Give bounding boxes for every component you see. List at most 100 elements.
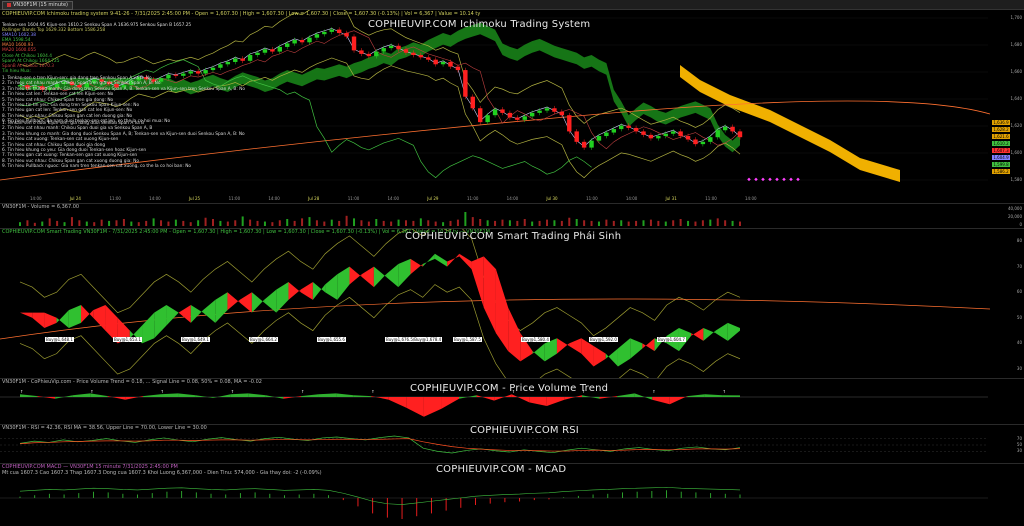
pvt-arrow: ↑ (160, 389, 163, 394)
pvt-arrow: ↑ (722, 389, 725, 394)
price-tick-label: 1,700 (1010, 15, 1022, 20)
pvt-area (617, 393, 635, 397)
rsi-pane[interactable]: VN30F1M - RSI = 42.36, RSI MA = 38.56, U… (0, 425, 1024, 464)
candle-body (574, 131, 579, 142)
ichimoku-pane[interactable]: COPHIEUVIP.COM Ichimoku trading system 9… (0, 10, 1024, 204)
candle-body (299, 39, 305, 43)
volume-bar (404, 220, 407, 226)
volume-bar (390, 221, 393, 226)
volume-bar (33, 222, 36, 226)
volume-bar (672, 220, 675, 226)
volume-bar (286, 219, 289, 226)
time-tick-label: 14:00 (745, 196, 757, 201)
time-tick-label: Jul 29 (427, 196, 439, 201)
volume-bar (739, 221, 741, 226)
sell-signals-list: 1. Tenkan-sen o duoi Kijun-sen: gia dang… (2, 121, 245, 170)
price-tick-label: 1,680 (1010, 42, 1022, 47)
candle-body (381, 48, 386, 52)
pvt-area (669, 396, 688, 405)
candle-body (455, 66, 461, 71)
volume-bar (367, 221, 370, 226)
time-tick-label: Jul 25 (188, 196, 201, 201)
symbol-tab[interactable]: VN30F1M (15 minute) (2, 1, 73, 10)
candle-body (418, 55, 424, 58)
trend-ribbon (447, 253, 460, 267)
candle-body (218, 64, 223, 68)
candle-body (552, 108, 557, 112)
pvt-area (704, 394, 723, 397)
volume-bar (479, 219, 482, 226)
volume-bar (115, 220, 118, 226)
volume-bar (256, 220, 259, 226)
price-tick-label: 1,620 (1010, 123, 1022, 128)
macd-pane[interactable]: COPHIEUVIP.COM MACD — VN30F1M 15 minute … (0, 464, 1024, 525)
pvt-area (72, 393, 91, 397)
trend-ribbon (44, 312, 57, 329)
time-tick-label: 14:00 (625, 196, 638, 201)
trend-ribbon (495, 269, 509, 352)
pvt-area (388, 397, 407, 408)
trend-ribbon (459, 253, 472, 270)
trend-ribbon (361, 266, 374, 288)
volume-bar (538, 220, 541, 226)
candle-body (448, 61, 453, 67)
volume-bar (724, 220, 727, 226)
candle-body (233, 58, 238, 62)
candle-body (670, 131, 676, 134)
pvt-arrow: ↑ (652, 389, 655, 394)
candle-body (663, 133, 668, 137)
chart-window-titlebar: VN30F1M (15 minute) (0, 0, 1024, 10)
volume-bar (26, 220, 29, 226)
trend-ribbon (68, 305, 82, 329)
volume-bar (701, 220, 704, 226)
volume-bar (41, 221, 44, 226)
time-tick-label: 14:00 (30, 196, 42, 201)
price-box-3: 1,610.2 (992, 141, 1010, 146)
smart-trading-pane[interactable]: COPHIEUVIP.COM Smart Trading VN30F1M - 7… (0, 229, 1024, 379)
trend-ribbon (300, 281, 313, 300)
volume-bar (197, 220, 200, 226)
trend-ribbon (532, 343, 545, 362)
trend-ribbon (288, 281, 301, 300)
volume-bar (523, 219, 526, 226)
buy-label-4: Buy@1,655.6 (317, 337, 346, 342)
forecast-marker (782, 177, 786, 182)
volume-bar (501, 219, 504, 226)
time-tick-label: 14:00 (506, 196, 519, 201)
candle-body (641, 131, 646, 135)
volume-header: VN30F1M - Volume = 6,367.00 (2, 204, 80, 210)
candle-body (685, 136, 691, 140)
time-tick-label: 11:00 (347, 196, 360, 201)
upper-band-line (19, 229, 741, 337)
volume-bar (531, 221, 534, 226)
pvt-pane[interactable]: ↑ ↑ ↑ ↑ ↑ ↑ ↑ ↑ ↑ ↑ ↑ VN30F1M - CoPhieuVip.com - P… (0, 379, 1024, 425)
volume-bar (449, 220, 452, 226)
trend-ribbon (190, 305, 204, 323)
candle-body (589, 140, 594, 148)
forecast-marker (768, 177, 772, 182)
candle-body (307, 37, 312, 43)
forecast-marker (796, 177, 800, 182)
candle-body (322, 31, 327, 35)
forecast-marker (789, 177, 793, 182)
buy-label-2: Buy@1,649.1 (181, 337, 210, 342)
trend-ribbon (727, 322, 740, 341)
price-axis[interactable]: 1,700 1,680 1,660 1,640 1,620 1,600 1,580 1,636… (988, 10, 1024, 203)
pvt-area (20, 394, 38, 397)
trend-ribbon (276, 281, 289, 313)
volume-bar (486, 220, 489, 226)
candle-body (737, 131, 743, 138)
price-tick-label: 1,660 (1010, 69, 1022, 74)
volume-pane[interactable]: VN30F1M - Volume = 6,367.00 40,000 20,000… (0, 204, 1024, 229)
trend-ribbon (373, 266, 387, 288)
candle-body (722, 126, 728, 131)
forecast-marker (761, 177, 765, 182)
trend-ribbon (312, 281, 326, 300)
trend-ribbon (569, 338, 582, 354)
indicator-legend: Tenkan-sen 1604.95 Kijun-sen 1610.2 Senk… (2, 23, 191, 74)
candle-body (433, 59, 438, 65)
trend-ribbon (471, 256, 484, 308)
volume-bar (100, 219, 103, 226)
volume-bar (85, 221, 88, 226)
pvt-area (599, 396, 618, 399)
